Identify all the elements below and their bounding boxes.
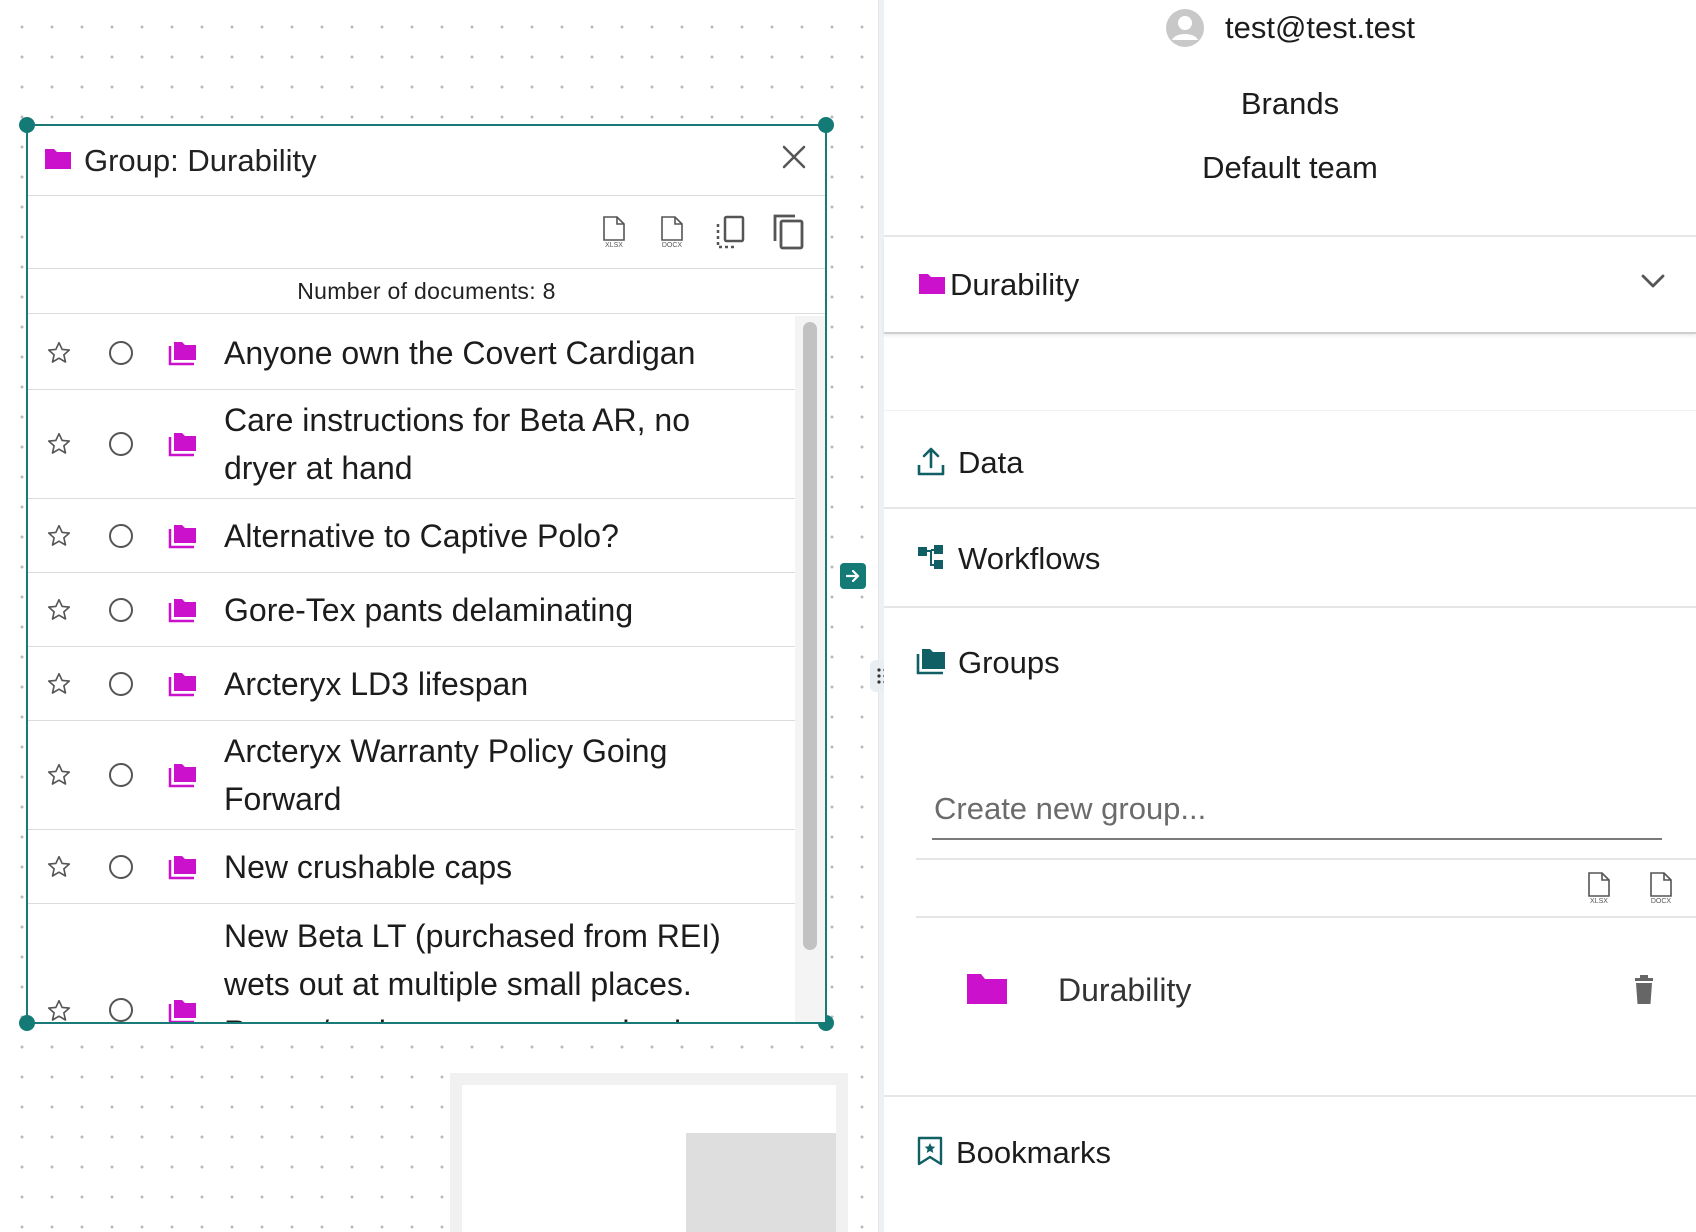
folder-stack-icon	[152, 671, 214, 697]
divider	[884, 507, 1696, 509]
section-bookmarks[interactable]: Bookmarks	[884, 1120, 1696, 1186]
select-radio[interactable]	[109, 671, 133, 696]
trash-icon[interactable]	[1632, 975, 1656, 1010]
group-window-header: Group: Durability	[28, 126, 825, 196]
document-row[interactable]: Anyone own the Covert Cardigan	[28, 316, 798, 390]
folder-stack-icon	[152, 523, 214, 549]
svg-text:XLSX: XLSX	[1590, 898, 1608, 905]
divider	[884, 235, 1696, 237]
document-row[interactable]: Alternative to Captive Polo?	[28, 499, 798, 573]
select-radio[interactable]	[109, 432, 133, 456]
document-title[interactable]: Arcteryx LD3 lifespan	[214, 660, 798, 708]
sidebar: test@test.test Brands Default team Durab…	[884, 0, 1696, 1232]
chevron-down-icon[interactable]	[1640, 272, 1666, 295]
xlsx-export-icon[interactable]: XLSX	[1582, 867, 1616, 909]
group-selector[interactable]: Durability	[884, 238, 1696, 334]
xlsx-export-icon[interactable]: XLSX	[597, 211, 631, 253]
document-title[interactable]: New Beta LT (purchased from REI) wets ou…	[214, 912, 798, 1022]
divider	[884, 410, 1696, 411]
folder-stack-icon	[152, 340, 214, 366]
canvas[interactable]: Group: Durability XLSX DOCX Number of do…	[0, 0, 878, 1232]
select-radio[interactable]	[109, 998, 133, 1022]
group-window-title: Group: Durability	[84, 142, 317, 178]
section-groups-label: Groups	[958, 645, 1060, 680]
group-list-item[interactable]: Durability	[916, 950, 1696, 1030]
document-title[interactable]: Gore-Tex pants delaminating	[214, 586, 798, 634]
document-title[interactable]: Alternative to Captive Polo?	[214, 512, 798, 560]
bookmark-icon	[916, 1135, 944, 1172]
star-icon[interactable]	[28, 523, 90, 549]
copy-icon[interactable]	[771, 211, 805, 253]
team-link[interactable]: Default team	[884, 150, 1696, 186]
document-list[interactable]: Anyone own the Covert Cardigan Care inst…	[28, 316, 798, 1022]
document-title[interactable]: New crushable caps	[214, 843, 798, 891]
select-radio[interactable]	[109, 523, 133, 548]
document-row[interactable]: Arcteryx Warranty Policy Going Forward	[28, 721, 798, 830]
section-workflows[interactable]: Workflows	[884, 526, 1696, 592]
group-name[interactable]: Durability	[1058, 972, 1191, 1009]
document-title[interactable]: Arcteryx Warranty Policy Going Forward	[214, 727, 798, 823]
divider	[884, 606, 1696, 608]
document-title[interactable]: Anyone own the Covert Cardigan	[214, 329, 798, 377]
select-radio[interactable]	[109, 854, 133, 879]
new-group-input[interactable]	[932, 780, 1662, 840]
select-radio[interactable]	[109, 340, 133, 365]
user-menu[interactable]: test@test.test	[884, 0, 1696, 56]
select-radio[interactable]	[109, 763, 133, 787]
brands-link[interactable]: Brands	[884, 86, 1696, 122]
section-groups[interactable]: Groups	[884, 630, 1696, 696]
folder-stack-icon	[152, 762, 214, 788]
svg-text:DOCX: DOCX	[1651, 898, 1672, 905]
upload-icon	[916, 445, 946, 482]
section-bookmarks-label: Bookmarks	[956, 1135, 1112, 1170]
arrow-right-icon	[845, 569, 860, 583]
document-count: Number of documents: 8	[28, 269, 825, 314]
scrollbar-thumb[interactable]	[803, 322, 817, 950]
svg-text:XLSX: XLSX	[605, 242, 623, 249]
divider	[884, 1095, 1696, 1097]
document-row[interactable]: New crushable caps	[28, 830, 798, 904]
star-icon[interactable]	[28, 340, 90, 366]
folder-icon	[918, 271, 946, 300]
star-icon[interactable]	[28, 998, 90, 1022]
canvas-card[interactable]	[450, 1073, 848, 1232]
scrollbar[interactable]	[795, 316, 825, 1022]
document-row[interactable]: New Beta LT (purchased from REI) wets ou…	[28, 904, 798, 1022]
select-radio[interactable]	[109, 597, 133, 622]
group-window-toolbar: XLSX DOCX	[28, 196, 825, 269]
document-title[interactable]: Care instructions for Beta AR, no dryer …	[214, 396, 798, 492]
docx-export-icon[interactable]: DOCX	[1644, 867, 1678, 909]
workflow-icon	[916, 543, 946, 576]
star-icon[interactable]	[28, 431, 90, 457]
document-row[interactable]: Arcteryx LD3 lifespan	[28, 647, 798, 721]
card-thumbnail	[686, 1133, 836, 1232]
star-icon[interactable]	[28, 762, 90, 788]
docx-export-icon[interactable]: DOCX	[655, 211, 689, 253]
canvas-card-body	[462, 1085, 836, 1232]
groups-export-toolbar: XLSX DOCX	[916, 858, 1696, 918]
group-window[interactable]: Group: Durability XLSX DOCX Number of do…	[19, 117, 834, 1031]
folder-stack-icon	[152, 597, 214, 623]
star-icon[interactable]	[28, 854, 90, 880]
section-data-label: Data	[958, 445, 1024, 480]
section-data[interactable]: Data	[884, 430, 1696, 496]
folder-icon	[966, 971, 1008, 1010]
folder-stack-icon	[152, 854, 214, 880]
star-icon[interactable]	[28, 671, 90, 697]
folder-stack-icon	[152, 998, 214, 1022]
select-all-icon[interactable]	[713, 211, 747, 253]
star-icon[interactable]	[28, 597, 90, 623]
document-row[interactable]: Care instructions for Beta AR, no dryer …	[28, 390, 798, 499]
folder-stack-icon	[152, 431, 214, 457]
groups-folder-icon	[916, 647, 946, 680]
folder-icon	[44, 146, 72, 175]
selected-group-label: Durability	[950, 267, 1080, 302]
user-email: test@test.test	[1225, 10, 1415, 45]
avatar-icon	[1165, 8, 1205, 48]
close-icon[interactable]	[779, 142, 809, 172]
collapse-panel-button[interactable]	[840, 563, 866, 589]
svg-text:DOCX: DOCX	[662, 242, 683, 249]
document-row[interactable]: Gore-Tex pants delaminating	[28, 573, 798, 647]
section-workflows-label: Workflows	[958, 541, 1101, 576]
